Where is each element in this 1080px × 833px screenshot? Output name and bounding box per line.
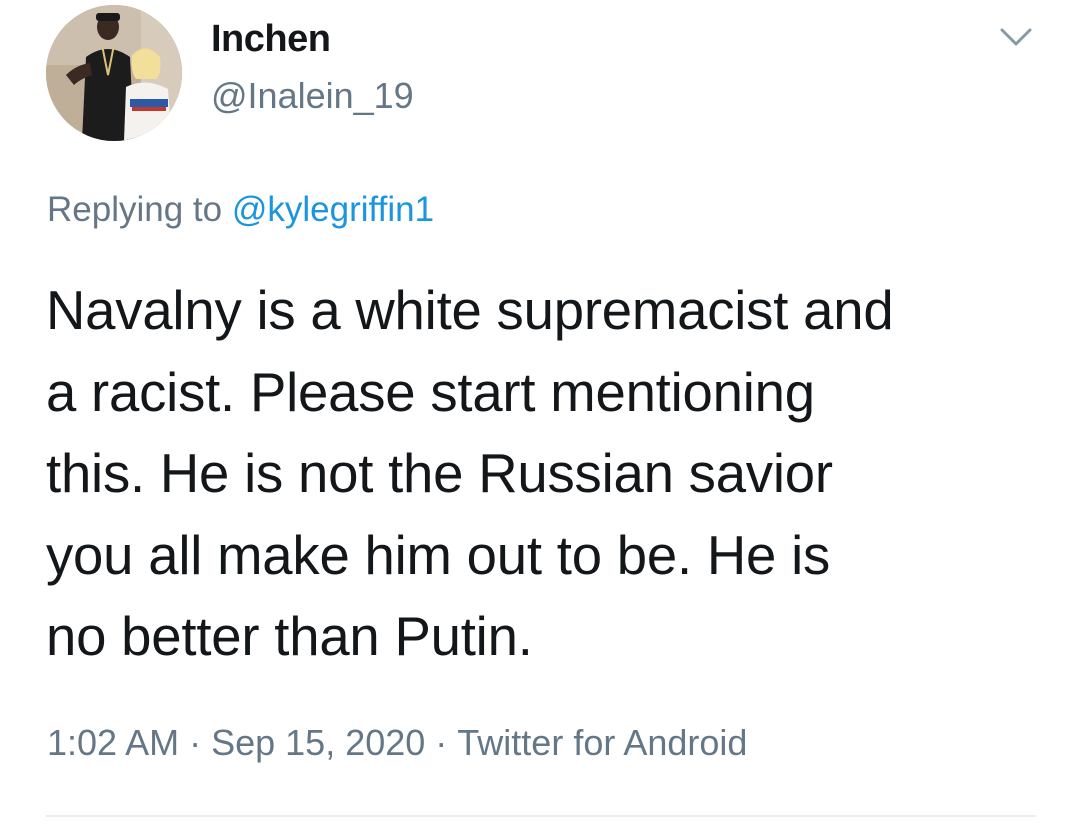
avatar[interactable] xyxy=(46,5,182,141)
tweet-text-line: no better than Putin. xyxy=(46,606,533,667)
display-name[interactable]: Inchen xyxy=(211,18,331,61)
tweet-date[interactable]: Sep 15, 2020 xyxy=(211,722,425,763)
avatar-photo xyxy=(46,5,182,141)
tweet-text-line: you all make him out to be. He is xyxy=(46,524,831,586)
tweet-text-line: Navalny is a white supremacist and xyxy=(46,280,894,341)
replying-to: Replying to @kylegriffin1 xyxy=(47,190,434,230)
tweet-text-line: a racist. Please start mentioning xyxy=(46,361,815,423)
separator: · xyxy=(189,722,202,763)
user-handle[interactable]: @Inalein_19 xyxy=(211,75,414,117)
replying-prefix: Replying to xyxy=(47,190,223,229)
tweet-text-line: this. He is not the Russian savior xyxy=(46,443,833,504)
reply-mention-link[interactable]: @kylegriffin1 xyxy=(232,190,434,229)
separator: · xyxy=(435,722,448,763)
tweet-time[interactable]: 1:02 AM xyxy=(47,722,179,763)
tweet-text: Navalny is a white supremacist and a rac… xyxy=(46,270,1056,678)
divider xyxy=(46,815,1036,817)
tweet-metadata: 1:02 AM · Sep 15, 2020 · Twitter for Android xyxy=(47,722,747,764)
chevron-down-icon[interactable] xyxy=(996,22,1036,52)
tweet-source[interactable]: Twitter for Android xyxy=(457,722,747,763)
